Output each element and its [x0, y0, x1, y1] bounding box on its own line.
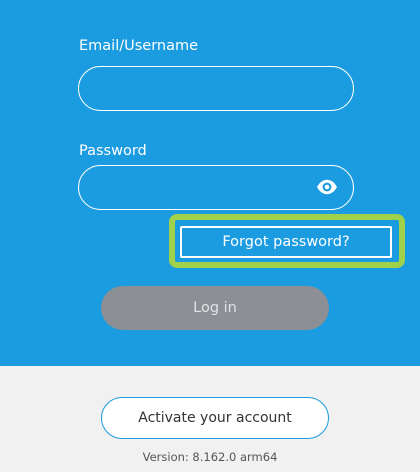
forgot-password-link[interactable]: Forgot password? [180, 226, 392, 258]
eye-icon [317, 179, 337, 195]
password-label: Password [79, 143, 147, 159]
login-button[interactable]: Log in [101, 286, 329, 330]
email-field[interactable] [78, 66, 354, 111]
show-password-button[interactable] [313, 175, 341, 199]
login-screen: Email/Username Password Forgot password?… [0, 0, 420, 472]
email-label: Email/Username [79, 38, 199, 54]
activate-account-button[interactable]: Activate your account [101, 397, 329, 439]
version-text: Version: 8.162.0 arm64 [142, 450, 278, 464]
login-panel: Email/Username Password Forgot password?… [0, 0, 420, 366]
